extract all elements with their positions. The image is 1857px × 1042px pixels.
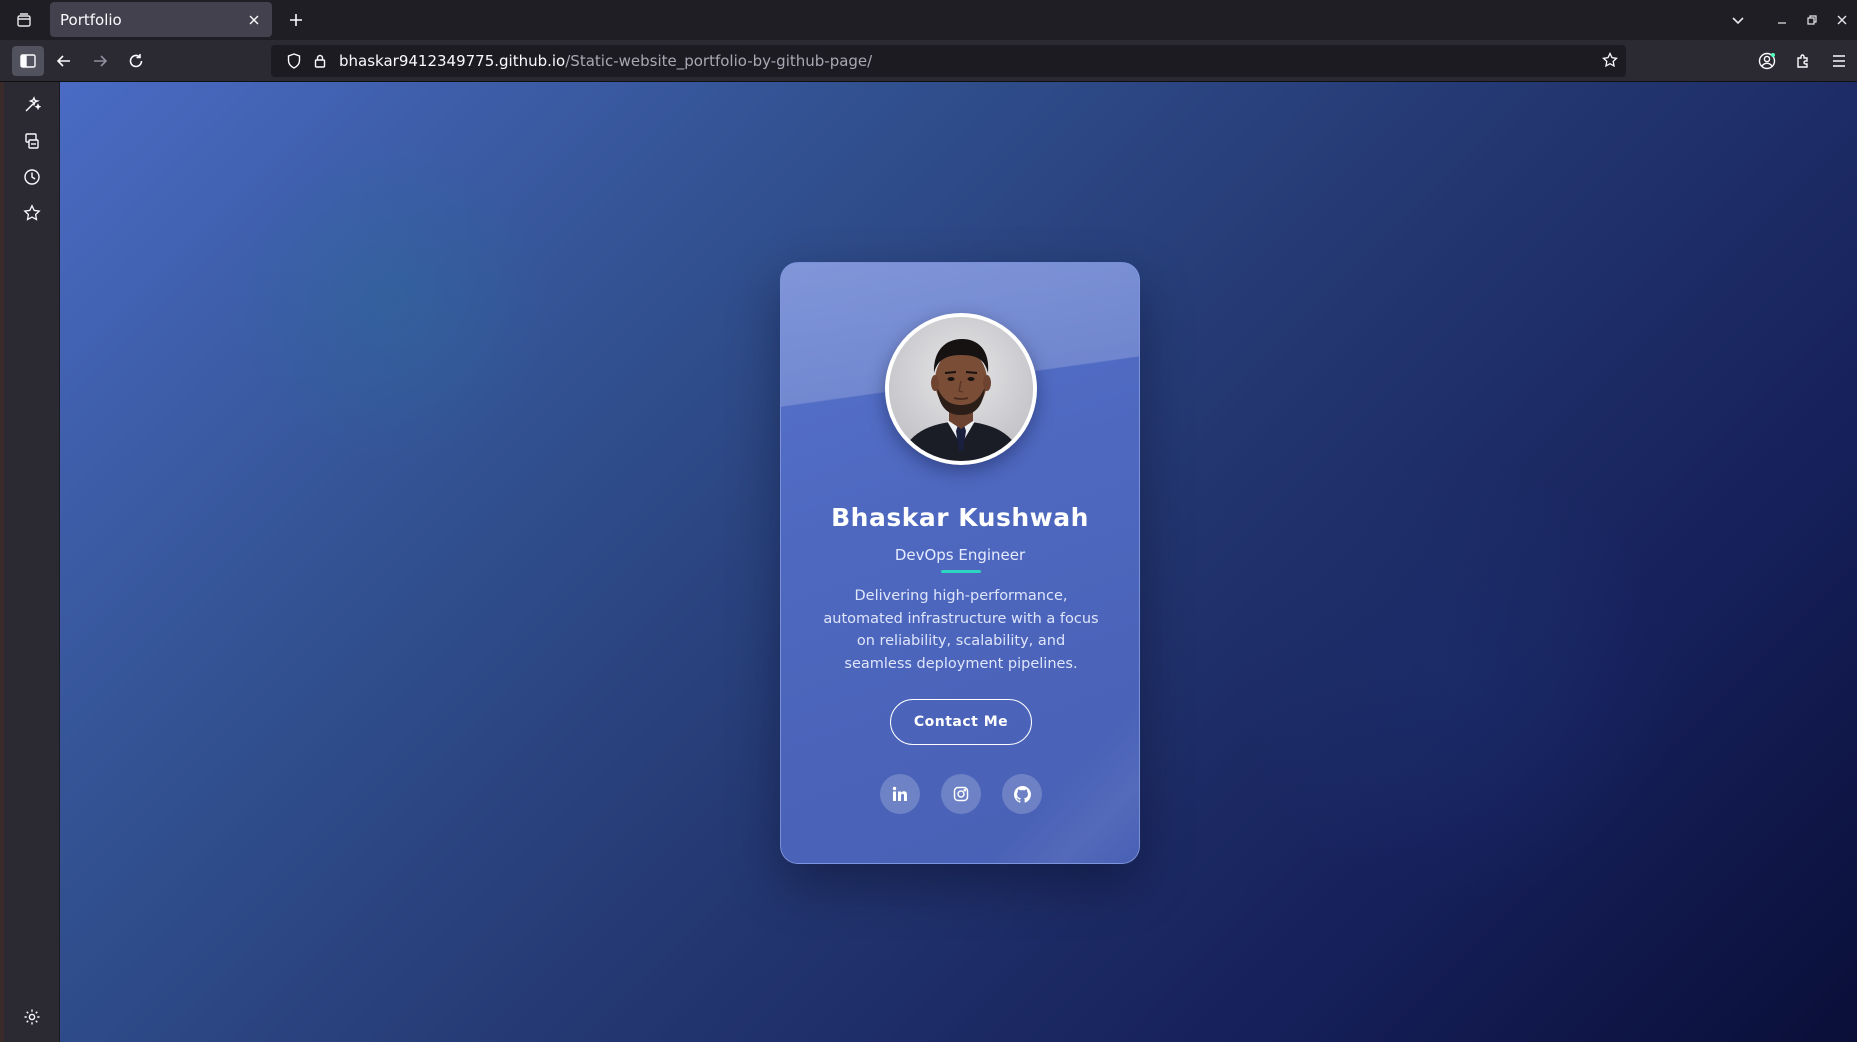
linkedin-link[interactable]	[880, 774, 920, 814]
chevron-down-icon	[1732, 17, 1744, 25]
address-bar[interactable]: bhaskar9412349775.github.io/Static-websi…	[271, 45, 1626, 77]
tab-title: Portfolio	[60, 10, 122, 29]
sidebar-icon	[20, 54, 36, 68]
account-button[interactable]	[1749, 46, 1785, 76]
reload-icon	[129, 54, 143, 68]
app-menu-button[interactable]	[1821, 46, 1857, 76]
tab-strip: Portfolio	[0, 0, 1857, 40]
extensions-button[interactable]	[1785, 46, 1821, 76]
navigation-toolbar: bhaskar9412349775.github.io/Static-websi…	[0, 40, 1857, 82]
sidebar-toggle-button[interactable]	[12, 46, 44, 76]
profile-photo	[889, 317, 1033, 461]
restore-icon	[1807, 15, 1817, 25]
close-icon	[249, 15, 259, 24]
url-host: bhaskar9412349775.github.io	[339, 52, 566, 70]
tracking-protection-icon[interactable]	[279, 53, 309, 69]
profile-role: DevOps Engineer	[894, 546, 1026, 564]
linkedin-icon	[892, 786, 907, 801]
page-viewport: Bhaskar Kushwah DevOps Engineer Deliveri…	[60, 82, 1857, 1042]
profile-name: Bhaskar Kushwah	[831, 503, 1089, 532]
profile-bio: Delivering high-performance, automated i…	[823, 588, 1099, 672]
arrow-right-icon	[94, 55, 108, 67]
reload-button[interactable]	[121, 46, 151, 76]
avatar	[885, 313, 1037, 465]
forward-button[interactable]	[85, 46, 115, 76]
github-link[interactable]	[1002, 774, 1042, 814]
tab-portfolio[interactable]: Portfolio	[50, 2, 272, 37]
sidebar-edge	[0, 82, 4, 1042]
history-icon[interactable]	[19, 164, 45, 190]
profile-card: Bhaskar Kushwah DevOps Engineer Deliveri…	[780, 262, 1140, 864]
back-button[interactable]	[49, 46, 79, 76]
minimize-icon	[1778, 22, 1786, 24]
close-icon	[1837, 15, 1847, 25]
github-icon	[1013, 785, 1031, 803]
close-tab-button[interactable]	[246, 12, 262, 28]
arrow-left-icon	[56, 55, 70, 67]
role-underline	[941, 570, 981, 573]
browser-sidebar	[0, 82, 60, 1042]
account-icon	[1758, 52, 1776, 70]
ai-chatbot-icon[interactable]	[19, 92, 45, 118]
instagram-icon	[953, 786, 969, 802]
lock-icon[interactable]	[309, 54, 331, 68]
restore-button[interactable]	[1797, 0, 1827, 40]
instagram-link[interactable]	[941, 774, 981, 814]
hamburger-icon	[1833, 55, 1845, 67]
synced-tabs-icon[interactable]	[19, 128, 45, 154]
new-tab-button[interactable]	[282, 6, 310, 34]
puzzle-icon	[1797, 54, 1808, 68]
bookmarks-icon[interactable]	[19, 200, 45, 226]
plus-icon	[290, 14, 302, 26]
bookmark-star-icon[interactable]	[1602, 51, 1618, 72]
url-path: /Static-website_portfolio-by-github-page…	[565, 52, 873, 70]
list-all-tabs-button[interactable]	[1709, 0, 1767, 40]
contact-me-button[interactable]: Contact Me	[890, 699, 1032, 745]
url-text[interactable]: bhaskar9412349775.github.io/Static-websi…	[339, 52, 872, 70]
sidebar-settings-icon[interactable]	[19, 1004, 45, 1030]
tab-overview-button[interactable]	[0, 0, 48, 40]
tab-overview-icon	[17, 13, 31, 27]
close-window-button[interactable]	[1827, 0, 1857, 40]
minimize-button[interactable]	[1767, 0, 1797, 40]
